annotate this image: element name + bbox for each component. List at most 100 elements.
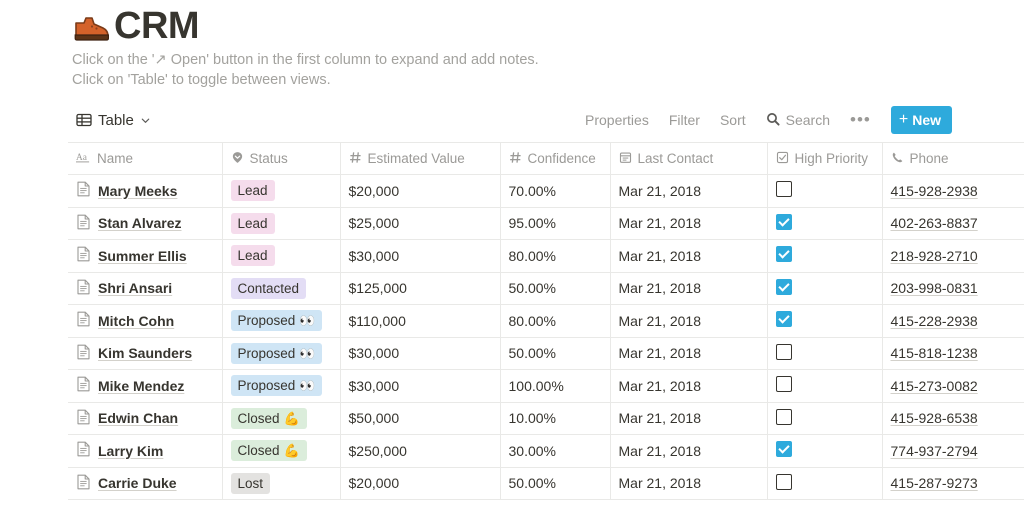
cell-last-contact[interactable]: Mar 21, 2018 — [610, 174, 768, 208]
toolbar-actions: Properties Filter Sort Search ••• + New — [585, 106, 952, 134]
row-name-link[interactable]: Kim Saunders — [98, 345, 192, 361]
column-header-confidence[interactable]: Confidence — [500, 142, 611, 175]
cell-high-priority — [767, 337, 883, 370]
phone-link[interactable]: 415-287-9273 — [891, 475, 978, 491]
cell-last-contact[interactable]: Mar 21, 2018 — [610, 207, 768, 240]
table-row: Mike Mendez Proposed 👀 $30,000 100.00% Mar 21… — [68, 369, 1024, 403]
cell-last-contact[interactable]: Mar 21, 2018 — [610, 434, 768, 468]
cell-last-contact[interactable]: Mar 21, 2018 — [610, 304, 768, 338]
status-badge[interactable]: Closed 💪 — [230, 407, 307, 429]
phone-link[interactable]: 415-928-6538 — [891, 410, 978, 426]
status-badge-label: Lead — [237, 183, 268, 199]
filter-button[interactable]: Filter — [669, 112, 700, 128]
column-header-estimated-value[interactable]: Estimated Value — [340, 142, 501, 175]
column-header-status[interactable]: Status — [222, 142, 341, 175]
checkbox-unchecked[interactable] — [775, 473, 792, 490]
column-header-last-contact[interactable]: Last Contact — [610, 142, 768, 175]
cell-confidence[interactable]: 50.00% — [500, 337, 611, 370]
cell-estimated-value[interactable]: $110,000 — [340, 304, 501, 338]
cell-estimated-value[interactable]: $50,000 — [340, 402, 501, 435]
status-badge[interactable]: Proposed 👀 — [230, 375, 323, 397]
phone-link[interactable]: 415-818-1238 — [891, 345, 978, 361]
cell-estimated-value[interactable]: $250,000 — [340, 434, 501, 468]
more-options-button[interactable]: ••• — [850, 111, 871, 128]
cell-name: Edwin Chan — [68, 402, 223, 435]
status-badge-label: Closed — [237, 410, 280, 426]
phone-link[interactable]: 415-928-2938 — [891, 183, 978, 199]
cell-last-contact[interactable]: Mar 21, 2018 — [610, 239, 768, 273]
status-badge[interactable]: Lead — [230, 180, 275, 202]
checkbox-checked[interactable] — [775, 213, 792, 230]
cell-confidence[interactable]: 10.00% — [500, 402, 611, 435]
status-badge-emoji: 👀 — [299, 345, 316, 361]
table-header-row: Aa Name Status Estimated Value Confidenc… — [68, 142, 1024, 175]
cell-confidence[interactable]: 70.00% — [500, 174, 611, 208]
checkbox-unchecked[interactable] — [775, 181, 792, 198]
row-name-link[interactable]: Summer Ellis — [98, 248, 187, 264]
cell-confidence[interactable]: 80.00% — [500, 239, 611, 273]
row-name-link[interactable]: Shri Ansari — [98, 280, 172, 296]
cell-confidence[interactable]: 80.00% — [500, 304, 611, 338]
checkbox-checked[interactable] — [775, 441, 792, 458]
phone-link[interactable]: 415-228-2938 — [891, 313, 978, 329]
checkbox-checked[interactable] — [775, 246, 792, 263]
status-badge[interactable]: Contacted — [230, 277, 307, 299]
checkbox-checked[interactable] — [775, 311, 792, 328]
phone-link[interactable]: 402-263-8837 — [891, 215, 978, 231]
cell-last-contact[interactable]: Mar 21, 2018 — [610, 402, 768, 435]
cell-last-contact[interactable]: Mar 21, 2018 — [610, 467, 768, 500]
cell-confidence[interactable]: 100.00% — [500, 369, 611, 403]
row-name-link[interactable]: Larry Kim — [98, 443, 163, 459]
cell-confidence[interactable]: 50.00% — [500, 467, 611, 500]
checkbox-unchecked[interactable] — [775, 376, 792, 393]
row-name-link[interactable]: Carrie Duke — [98, 475, 177, 491]
view-tab-table[interactable]: Table — [72, 110, 155, 131]
status-badge-emoji: 💪 — [283, 443, 300, 459]
cell-estimated-value[interactable]: $30,000 — [340, 337, 501, 370]
column-header-phone[interactable]: Phone — [882, 142, 1024, 175]
phone-link[interactable]: 218-928-2710 — [891, 248, 978, 264]
cell-last-contact[interactable]: Mar 21, 2018 — [610, 272, 768, 305]
status-badge[interactable]: Lead — [230, 212, 275, 234]
checkbox-unchecked[interactable] — [775, 343, 792, 360]
sort-button[interactable]: Sort — [720, 112, 746, 128]
cell-estimated-value[interactable]: $125,000 — [340, 272, 501, 305]
cell-name: Kim Saunders — [68, 337, 223, 370]
status-badge[interactable]: Closed 💪 — [230, 440, 307, 462]
column-header-name[interactable]: Aa Name — [68, 142, 223, 175]
row-name-link[interactable]: Mike Mendez — [98, 378, 184, 394]
cell-estimated-value[interactable]: $20,000 — [340, 174, 501, 208]
cell-last-contact[interactable]: Mar 21, 2018 — [610, 337, 768, 370]
checkbox-checked[interactable] — [775, 278, 792, 295]
row-name-link[interactable]: Edwin Chan — [98, 410, 178, 426]
cell-estimated-value[interactable]: $30,000 — [340, 369, 501, 403]
phone-link[interactable]: 415-273-0082 — [891, 378, 978, 394]
cell-estimated-value[interactable]: $30,000 — [340, 239, 501, 273]
cell-confidence[interactable]: 95.00% — [500, 207, 611, 240]
cell-high-priority — [767, 434, 883, 468]
cell-name: Mary Meeks — [68, 174, 223, 208]
status-badge[interactable]: Lead — [230, 245, 275, 267]
properties-button[interactable]: Properties — [585, 112, 649, 128]
cell-high-priority — [767, 369, 883, 403]
row-name-link[interactable]: Mary Meeks — [98, 183, 177, 199]
status-badge[interactable]: Proposed 👀 — [230, 310, 323, 332]
cell-last-contact[interactable]: Mar 21, 2018 — [610, 369, 768, 403]
cell-phone: 415-818-1238 — [882, 337, 1024, 370]
cell-confidence[interactable]: 30.00% — [500, 434, 611, 468]
search-button[interactable]: Search — [766, 112, 830, 129]
cell-estimated-value[interactable]: $20,000 — [340, 467, 501, 500]
page-document-icon — [76, 246, 91, 265]
status-badge[interactable]: Lost — [230, 472, 271, 494]
new-button[interactable]: + New — [890, 106, 952, 134]
phone-link[interactable]: 774-937-2794 — [891, 443, 978, 459]
phone-link[interactable]: 203-998-0831 — [891, 280, 978, 296]
status-badge[interactable]: Proposed 👀 — [230, 342, 323, 364]
page-document-icon — [76, 279, 91, 298]
row-name-link[interactable]: Stan Alvarez — [98, 215, 182, 231]
column-header-high-priority[interactable]: High Priority — [767, 142, 883, 175]
cell-confidence[interactable]: 50.00% — [500, 272, 611, 305]
cell-estimated-value[interactable]: $25,000 — [340, 207, 501, 240]
checkbox-unchecked[interactable] — [775, 408, 792, 425]
row-name-link[interactable]: Mitch Cohn — [98, 313, 174, 329]
